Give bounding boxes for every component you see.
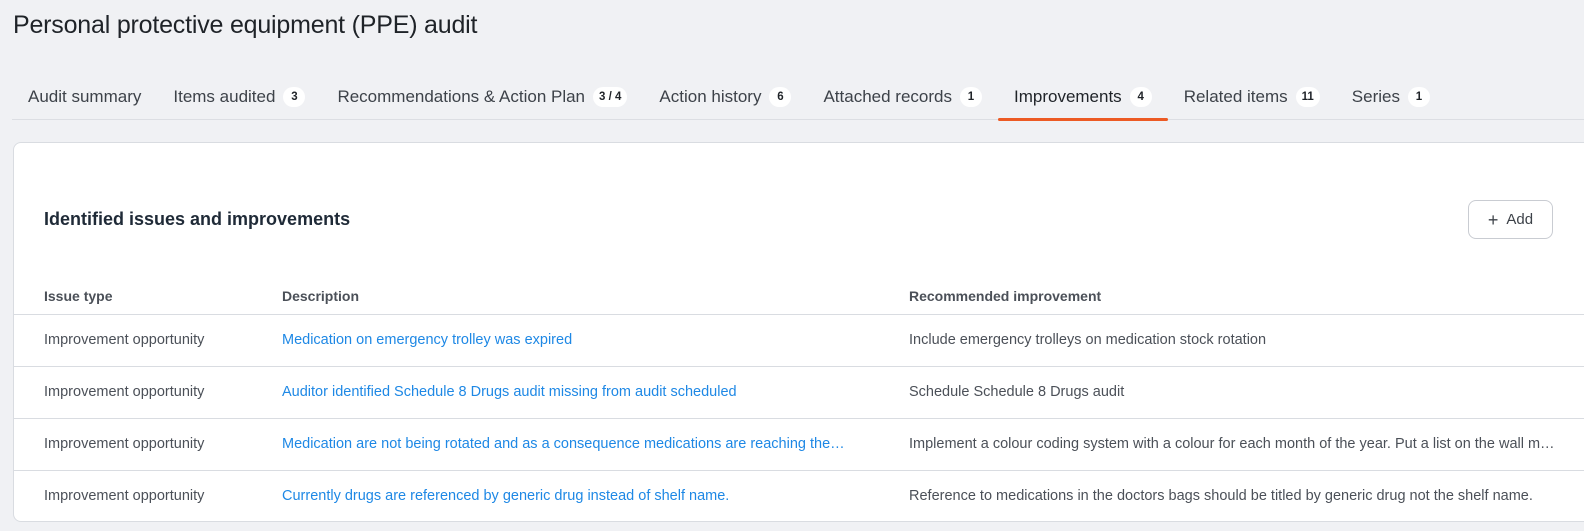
table-row[interactable]: Improvement opportunity Medication are n…: [14, 418, 1584, 471]
tab-label: Improvements: [1013, 87, 1122, 106]
improvements-card: Identified issues and improvements + Add…: [13, 142, 1584, 522]
table-row[interactable]: Improvement opportunity Currently drugs …: [14, 470, 1584, 522]
tab-label: Recommendations & Action Plan: [337, 87, 586, 106]
count-badge: 3 / 4: [593, 87, 628, 107]
table-header-row: Issue type Description Recommended impro…: [14, 288, 1584, 315]
column-header-recommended-improvement[interactable]: Recommended improvement: [879, 288, 1584, 315]
improvements-table: Issue type Description Recommended impro…: [14, 288, 1584, 522]
tab-label: Related items: [1183, 87, 1288, 106]
description-link[interactable]: Currently drugs are referenced by generi…: [252, 470, 879, 522]
tab-series[interactable]: Series 1: [1336, 78, 1446, 120]
tab-recommendations-action-plan[interactable]: Recommendations & Action Plan 3 / 4: [321, 78, 643, 120]
tab-label: Series: [1351, 87, 1400, 106]
issue-type-cell: Improvement opportunity: [14, 366, 252, 419]
table-row[interactable]: Improvement opportunity Medication on em…: [14, 314, 1584, 367]
description-link[interactable]: Auditor identified Schedule 8 Drugs audi…: [252, 366, 879, 419]
tab-label: Items audited: [173, 87, 276, 106]
tab-label: Action history: [659, 87, 762, 106]
add-button[interactable]: + Add: [1468, 200, 1553, 239]
tab-items-audited[interactable]: Items audited 3: [157, 78, 321, 120]
column-header-issue-type[interactable]: Issue type: [14, 288, 252, 315]
count-badge: 1: [1407, 87, 1430, 107]
count-badge: 11: [1295, 87, 1320, 107]
tab-bar: Audit summary Items audited 3 Recommenda…: [12, 78, 1584, 121]
recommended-improvement-cell: Reference to medications in the doctors …: [909, 488, 1533, 505]
tab-audit-summary[interactable]: Audit summary: [12, 78, 157, 120]
column-header-description[interactable]: Description: [252, 288, 879, 315]
tab-label: Attached records: [823, 87, 952, 106]
count-badge: 6: [769, 87, 792, 107]
count-badge: 3: [283, 87, 306, 107]
recommended-improvement-cell: Include emergency trolleys on medication…: [879, 314, 1584, 367]
issue-type-cell: Improvement opportunity: [14, 314, 252, 367]
tab-label: Audit summary: [28, 87, 142, 106]
tab-action-history[interactable]: Action history 6: [643, 78, 807, 120]
page-title: Personal protective equipment (PPE) audi…: [13, 11, 478, 39]
plus-icon: +: [1487, 209, 1499, 230]
count-badge: 1: [959, 87, 982, 107]
table-row[interactable]: Improvement opportunity Auditor identifi…: [14, 366, 1584, 419]
recommended-improvement-cell: Implement a colour coding system with a …: [879, 418, 1584, 471]
count-badge: 4: [1129, 87, 1152, 107]
tab-attached-records[interactable]: Attached records 1: [807, 78, 998, 120]
tab-related-items[interactable]: Related items 11: [1168, 78, 1336, 120]
section-title: Identified issues and improvements: [44, 209, 351, 229]
description-link[interactable]: Medication on emergency trolley was expi…: [252, 314, 879, 367]
recommended-improvement-cell: Schedule Schedule 8 Drugs audit: [879, 366, 1584, 419]
tab-improvements[interactable]: Improvements 4: [997, 78, 1168, 121]
add-button-label: Add: [1506, 211, 1534, 228]
issue-type-cell: Improvement opportunity: [44, 488, 205, 505]
issue-type-cell: Improvement opportunity: [14, 418, 252, 471]
description-link[interactable]: Medication are not being rotated and as …: [252, 418, 879, 471]
